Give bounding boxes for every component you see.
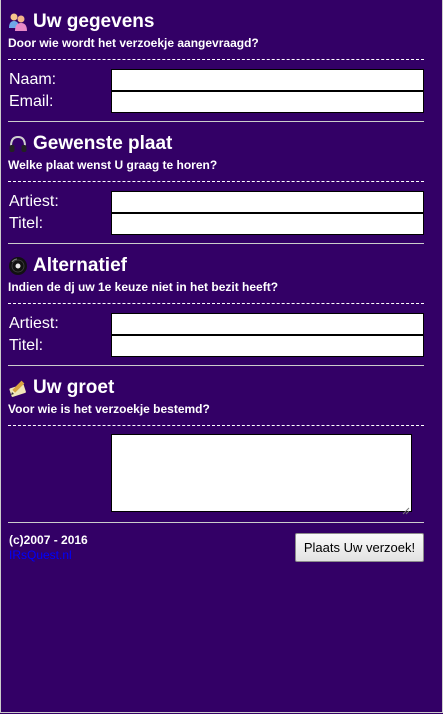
footer-divider	[8, 522, 424, 523]
section-title: Gewenste plaat	[33, 133, 173, 154]
section-subtitle: Voor wie is het verzoekje bestemd?	[8, 402, 210, 416]
copyright-text: (c)2007 - 2016	[9, 533, 88, 547]
titel-input[interactable]	[111, 213, 424, 235]
dashed-divider	[8, 303, 424, 304]
section-subtitle: Door wie wordt het verzoekje aangevraagd…	[8, 36, 259, 50]
section-title: Uw gegevens	[33, 11, 155, 32]
titel-label: Titel:	[9, 215, 44, 232]
email-input[interactable]	[111, 91, 424, 113]
resize-grip-icon[interactable]	[402, 502, 410, 515]
artiest-label: Artiest:	[9, 193, 59, 210]
section-title: Alternatief	[33, 255, 127, 276]
alt-titel-input[interactable]	[111, 335, 424, 357]
dashed-divider	[8, 181, 424, 182]
section-divider	[8, 365, 424, 366]
notepad-pencil-icon	[8, 378, 28, 398]
field-row-alt-artiest: Artiest:	[8, 313, 424, 335]
dashed-divider	[8, 425, 424, 426]
alt-artiest-input[interactable]	[111, 313, 424, 335]
vinyl-record-icon	[8, 256, 28, 276]
section-title: Uw groet	[33, 377, 115, 398]
naam-label: Naam:	[9, 71, 57, 88]
section-alternatief: Alternatief Indien de dj uw 1e keuze nie…	[8, 254, 424, 304]
section-uw-groet: Uw groet Voor wie is het verzoekje beste…	[8, 376, 424, 426]
field-row-titel: Titel:	[8, 213, 424, 235]
section-uw-gegevens: Uw gegevens Door wie wordt het verzoekje…	[8, 10, 424, 60]
site-link[interactable]: IRsQuest.nl	[9, 548, 72, 562]
email-label: Email:	[9, 93, 54, 110]
section-gewenste-plaat: Gewenste plaat Welke plaat wenst U graag…	[8, 132, 424, 182]
users-icon	[8, 12, 28, 32]
section-divider	[8, 243, 424, 244]
groet-textarea[interactable]	[111, 434, 412, 512]
headphones-icon	[8, 134, 28, 154]
section-subtitle: Welke plaat wenst U graag te horen?	[8, 158, 218, 172]
field-row-alt-titel: Titel:	[8, 335, 424, 357]
section-subtitle: Indien de dj uw 1e keuze niet in het bez…	[8, 280, 279, 294]
artiest-input[interactable]	[111, 191, 424, 213]
submit-button[interactable]: Plaats Uw verzoek!	[295, 533, 424, 562]
section-divider	[8, 121, 424, 122]
alt-artiest-label: Artiest:	[9, 315, 59, 332]
field-row-artiest: Artiest:	[8, 191, 424, 213]
field-row-naam: Naam:	[8, 69, 424, 91]
alt-titel-label: Titel:	[9, 337, 44, 354]
dashed-divider	[8, 59, 424, 60]
field-row-email: Email:	[8, 91, 424, 113]
naam-input[interactable]	[111, 69, 424, 91]
